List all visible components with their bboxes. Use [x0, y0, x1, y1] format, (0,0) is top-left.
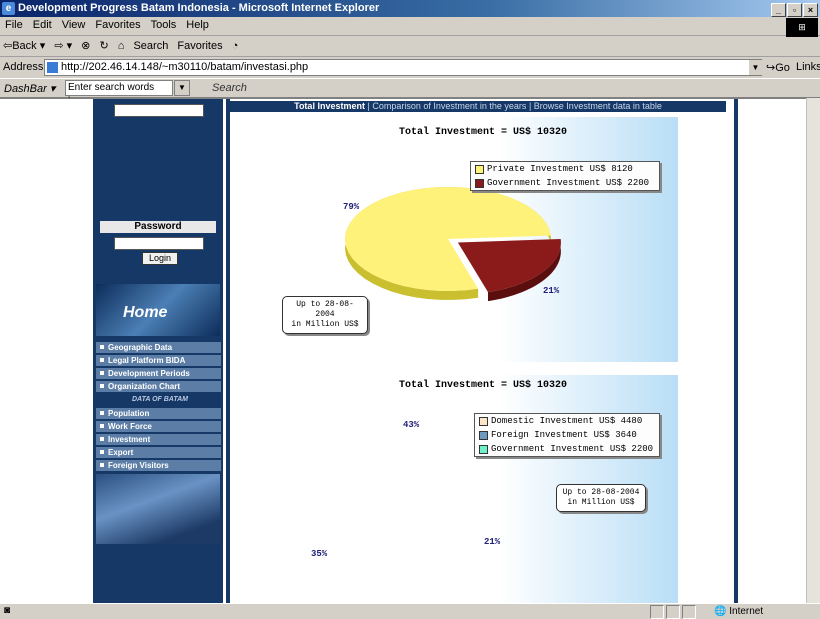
- vertical-scrollbar[interactable]: [806, 98, 820, 603]
- status-pane: [682, 605, 696, 619]
- legend-swatch: [479, 431, 488, 440]
- links-button[interactable]: Links: [796, 61, 820, 73]
- ie-logo-icon: e: [2, 2, 15, 15]
- pct-label-government-2: 21%: [484, 537, 501, 547]
- browser-toolbar: ⇦Back ▾ ⇨ ▾ ⊗ ↻ ⌂ Search Favorites ◔: [0, 36, 820, 57]
- internet-zone: 🌐 Internet: [714, 606, 764, 617]
- window-title: Development Progress Batam Indonesia - M…: [18, 2, 380, 14]
- menu-help[interactable]: Help: [181, 17, 214, 33]
- page-viewport: Password Login Home Geographic Data Lega…: [0, 98, 820, 604]
- stop-icon[interactable]: ⊗: [78, 36, 93, 55]
- pct-label-foreign: 35%: [311, 549, 328, 559]
- status-pane: [666, 605, 680, 619]
- window-titlebar: e Development Progress Batam Indonesia -…: [0, 0, 820, 17]
- legend-swatch: [475, 165, 484, 174]
- legend-item-government: Government Investment US$ 2200: [471, 176, 659, 190]
- address-label: Address: [3, 61, 44, 73]
- legend-item-government: Government Investment US$ 2200: [475, 442, 659, 456]
- windows-logo-icon: ⊞: [786, 18, 818, 37]
- legend-item-domestic: Domestic Investment US$ 4480: [475, 414, 659, 428]
- address-dropdown-icon[interactable]: ▼: [749, 60, 762, 75]
- pct-label-domestic: 43%: [403, 420, 420, 430]
- dash-bar: DashBar ▾ Enter search words here ▼ Sear…: [0, 78, 820, 107]
- pct-label-private: 79%: [343, 202, 360, 212]
- menu-tools[interactable]: Tools: [146, 17, 182, 33]
- pct-label-government: 21%: [543, 286, 560, 296]
- history-icon[interactable]: ◔: [229, 37, 242, 55]
- dashbar-search-input[interactable]: Enter search words here: [65, 80, 173, 107]
- legend-bottom: Domestic Investment US$ 4480 Foreign Inv…: [474, 413, 660, 457]
- forward-button[interactable]: ⇨ ▾: [51, 36, 75, 55]
- home-icon[interactable]: ⌂: [115, 37, 128, 55]
- menu-favorites[interactable]: Favorites: [90, 17, 145, 33]
- chart-title-bottom: Total Investment = US$ 10320: [399, 380, 568, 391]
- menu-bar: File Edit View Favorites Tools Help ⊞: [0, 17, 820, 37]
- legend-item-private: Private Investment US$ 8120: [471, 162, 659, 176]
- back-button[interactable]: ⇦Back ▾: [0, 36, 48, 55]
- go-button[interactable]: ↪Go: [766, 61, 790, 74]
- legend-top: Private Investment US$ 8120 Government I…: [470, 161, 660, 191]
- page-status-icon: ◙: [4, 605, 11, 616]
- dashbar-search-button[interactable]: Search: [212, 82, 247, 94]
- favorites-button[interactable]: Favorites: [174, 37, 225, 55]
- status-bar: ◙ 🌐 Internet: [0, 603, 820, 619]
- menu-edit[interactable]: Edit: [28, 17, 57, 33]
- search-button[interactable]: Search: [130, 37, 171, 55]
- dashbar-dropdown-icon[interactable]: ▼: [174, 80, 190, 96]
- legend-swatch: [479, 445, 488, 454]
- menu-view[interactable]: View: [57, 17, 91, 33]
- address-url: http://202.46.14.148/~m30110/batam/inves…: [61, 61, 309, 73]
- address-input[interactable]: http://202.46.14.148/~m30110/batam/inves…: [44, 59, 762, 76]
- legend-item-foreign: Foreign Investment US$ 3640: [475, 428, 659, 442]
- refresh-icon[interactable]: ↻: [96, 36, 111, 55]
- legend-swatch: [479, 417, 488, 426]
- close-button[interactable]: ×: [803, 3, 818, 17]
- menu-file[interactable]: File: [0, 17, 28, 33]
- address-bar: Address http://202.46.14.148/~m30110/bat…: [0, 58, 820, 77]
- minimize-button[interactable]: _: [771, 3, 786, 17]
- legend-swatch: [475, 179, 484, 188]
- chart-note-bottom: Up to 28-08-2004 in Million US$: [556, 484, 646, 512]
- status-pane: [650, 605, 664, 619]
- page-icon: [47, 62, 58, 73]
- chart-note-top: Up to 28-08-2004 in Million US$: [282, 296, 368, 334]
- dashbar-menu[interactable]: DashBar ▾: [4, 82, 55, 95]
- maximize-button[interactable]: ▫: [787, 3, 802, 17]
